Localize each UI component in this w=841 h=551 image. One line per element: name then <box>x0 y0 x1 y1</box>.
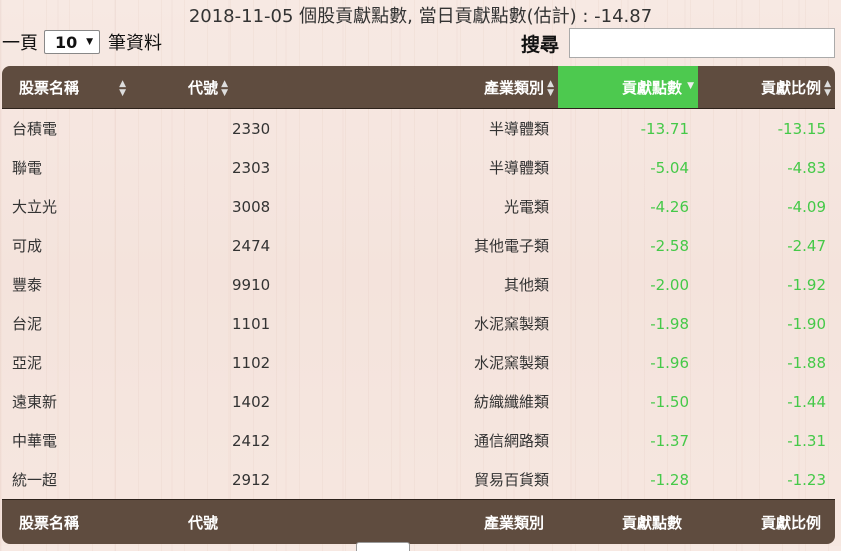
footer-points: 貢獻點數 <box>558 499 698 544</box>
cell-industry: 通信網路類 <box>473 432 549 450</box>
cell-points: -1.50 <box>650 392 689 411</box>
table-row: 遠東新 1402 紡織纖維類 -1.50 -1.44 <box>2 382 835 421</box>
cell-points: -1.96 <box>650 353 689 372</box>
page-length-suffix: 筆資料 <box>108 33 162 54</box>
column-header-stock-name[interactable]: 股票名稱 ▲ ▼ <box>2 66 148 109</box>
cell-industry: 其他類 <box>503 276 549 294</box>
cell-percent: -1.88 <box>787 353 826 372</box>
column-header-label: 產業類別 <box>483 78 544 97</box>
cell-code: 3008 <box>232 197 271 216</box>
page-length-prefix: 一頁 <box>2 33 38 54</box>
contribution-table: 股票名稱 ▲ ▼ 代號 ▲ ▼ 產業類別 ▲ ▼ 貢獻點數 ▼ 貢獻比例 ▲ ▼ 台積電… <box>2 66 835 544</box>
cell-stock-name: 遠東新 <box>12 393 58 411</box>
cell-points: -1.37 <box>650 431 689 450</box>
cell-percent: -1.31 <box>787 431 826 450</box>
sort-icon: ▲ ▼ <box>119 79 126 98</box>
cell-percent: -1.23 <box>787 470 826 489</box>
sort-icon: ▲ ▼ <box>221 79 228 98</box>
cell-code: 2474 <box>232 236 271 255</box>
cell-percent: -2.47 <box>787 236 826 255</box>
column-header-label: 股票名稱 <box>19 78 80 97</box>
cell-industry: 水泥窯製類 <box>473 354 549 372</box>
column-header-code[interactable]: 代號 ▲ ▼ <box>148 66 232 109</box>
column-header-points[interactable]: 貢獻點數 ▼ <box>558 66 698 109</box>
table-header: 股票名稱 ▲ ▼ 代號 ▲ ▼ 產業類別 ▲ ▼ 貢獻點數 ▼ 貢獻比例 ▲ ▼ <box>2 66 835 109</box>
sort-desc-icon: ▼ <box>687 81 694 91</box>
footer-percent: 貢獻比例 <box>698 499 835 544</box>
cell-code: 2412 <box>232 431 271 450</box>
cell-code: 1101 <box>232 314 271 333</box>
table-row: 豐泰 9910 其他類 -2.00 -1.92 <box>2 265 835 304</box>
cell-stock-name: 豐泰 <box>12 276 43 294</box>
cell-code: 2303 <box>232 158 271 177</box>
search-control: 搜尋 <box>521 28 835 58</box>
cell-points: -1.28 <box>650 470 689 489</box>
cell-stock-name: 台泥 <box>12 315 43 333</box>
page-length-control: 一頁 10 ▼ 筆資料 <box>2 29 162 55</box>
cell-percent: -13.15 <box>777 119 826 138</box>
cell-points: -4.26 <box>650 197 689 216</box>
cell-stock-name: 可成 <box>12 237 43 255</box>
search-label: 搜尋 <box>520 33 559 56</box>
footer-industry: 產業類別 <box>232 499 558 544</box>
table-row: 中華電 2412 通信網路類 -1.37 -1.31 <box>2 421 835 460</box>
cell-points: -5.04 <box>650 158 689 177</box>
column-header-label: 貢獻比例 <box>760 78 821 97</box>
table-footer: 股票名稱 代號 產業類別 貢獻點數 貢獻比例 <box>2 499 835 544</box>
cell-code: 1402 <box>232 392 271 411</box>
table-row: 可成 2474 其他電子類 -2.58 -2.47 <box>2 226 835 265</box>
page-length-value: 10 <box>55 32 78 52</box>
cell-points: -13.71 <box>640 119 689 138</box>
column-header-label: 貢獻點數 <box>621 78 682 97</box>
table-row: 台泥 1101 水泥窯製類 -1.98 -1.90 <box>2 304 835 343</box>
cell-industry: 光電類 <box>503 198 549 216</box>
cell-industry: 紡織纖維類 <box>473 393 549 411</box>
cell-points: -1.98 <box>650 314 689 333</box>
footer-code: 代號 <box>148 499 232 544</box>
chevron-down-icon: ▼ <box>86 37 93 47</box>
page-title: 2018-11-05 個股貢獻點數, 當日貢獻點數(估計) : -14.87 <box>188 6 653 27</box>
column-header-percent[interactable]: 貢獻比例 ▲ ▼ <box>698 66 835 109</box>
cell-industry: 半導體類 <box>488 120 549 138</box>
cell-stock-name: 大立光 <box>12 198 58 216</box>
footer-stock-name: 股票名稱 <box>2 499 148 544</box>
cell-percent: -1.44 <box>787 392 826 411</box>
cell-code: 9910 <box>232 275 271 294</box>
cell-percent: -4.83 <box>787 158 826 177</box>
cell-industry: 其他電子類 <box>473 237 549 255</box>
column-header-industry[interactable]: 產業類別 ▲ ▼ <box>232 66 558 109</box>
table-row: 聯電 2303 半導體類 -5.04 -4.83 <box>2 148 835 187</box>
cell-percent: -1.90 <box>787 314 826 333</box>
cell-code: 2912 <box>232 470 271 489</box>
cell-points: -2.58 <box>650 236 689 255</box>
sort-icon: ▲ ▼ <box>824 79 831 98</box>
cell-stock-name: 統一超 <box>12 471 58 489</box>
cell-stock-name: 亞泥 <box>12 354 43 372</box>
cell-code: 2330 <box>232 119 271 138</box>
cell-code: 1102 <box>232 353 271 372</box>
table-row: 台積電 2330 半導體類 -13.71 -13.15 <box>2 109 835 149</box>
cell-industry: 貿易百貨類 <box>473 471 549 489</box>
cell-points: -2.00 <box>650 275 689 294</box>
cell-stock-name: 台積電 <box>12 120 58 138</box>
table-row: 大立光 3008 光電類 -4.26 -4.09 <box>2 187 835 226</box>
cell-industry: 半導體類 <box>488 159 549 177</box>
table-body: 台積電 2330 半導體類 -13.71 -13.15 聯電 2303 半導體類 -5.04 -4… <box>2 109 835 500</box>
table-row: 亞泥 1102 水泥窯製類 -1.96 -1.88 <box>2 343 835 382</box>
cell-industry: 水泥窯製類 <box>473 315 549 333</box>
sort-icon: ▲ ▼ <box>547 79 554 98</box>
table-row: 統一超 2912 貿易百貨類 -1.28 -1.23 <box>2 460 835 500</box>
search-input[interactable] <box>569 28 835 58</box>
column-header-label: 代號 <box>187 78 218 97</box>
pagination-button[interactable] <box>356 542 410 551</box>
cell-stock-name: 聯電 <box>12 159 43 177</box>
cell-percent: -1.92 <box>787 275 826 294</box>
cell-percent: -4.09 <box>787 197 826 216</box>
page-length-select[interactable]: 10 ▼ <box>44 30 100 54</box>
cell-stock-name: 中華電 <box>12 432 58 450</box>
